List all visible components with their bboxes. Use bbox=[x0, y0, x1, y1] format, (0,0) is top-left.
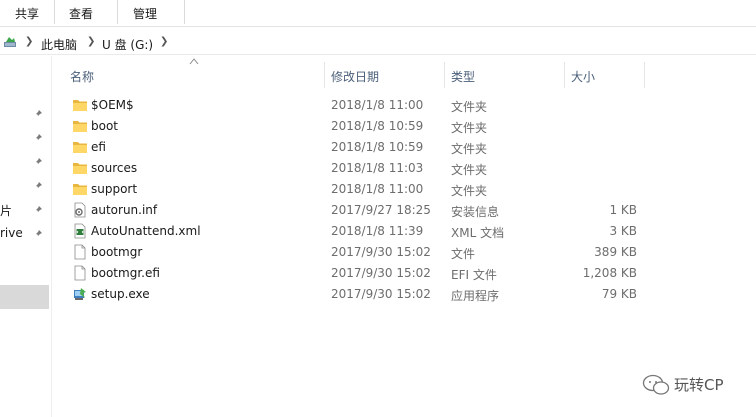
file-row[interactable]: autorun.inf 2017/9/27 18:25 安装信息 1 KB bbox=[60, 200, 645, 221]
file-size: 1 KB bbox=[609, 203, 637, 217]
file-icon bbox=[74, 244, 86, 260]
tab-view[interactable]: 查看 bbox=[69, 5, 93, 23]
chevron-right-icon[interactable]: ❯ bbox=[25, 36, 33, 47]
file-date: 2018/1/8 11:00 bbox=[331, 182, 424, 196]
nav-item-onedrive[interactable]: rive bbox=[0, 226, 23, 240]
pin-icon[interactable] bbox=[33, 133, 43, 143]
file-row[interactable]: support 2018/1/8 11:00 文件夹 bbox=[60, 179, 645, 200]
file-date: 2018/1/8 10:59 bbox=[331, 119, 424, 133]
watermark-text: 玩转CP bbox=[674, 376, 724, 394]
ribbon-divider bbox=[117, 0, 118, 24]
file-type: 文件夹 bbox=[451, 184, 488, 198]
breadcrumb-this-pc[interactable]: 此电脑 bbox=[41, 36, 77, 53]
column-header-type[interactable]: 类型 bbox=[451, 68, 475, 94]
navigation-pane: 片 rive bbox=[0, 56, 52, 417]
file-type: 文件夹 bbox=[451, 121, 488, 135]
breadcrumb-usb-drive[interactable]: U 盘 (G:) bbox=[102, 36, 153, 53]
file-type: 文件夹 bbox=[451, 100, 488, 114]
file-size: 389 KB bbox=[594, 245, 637, 259]
file-name: sources bbox=[91, 161, 138, 175]
file-date: 2017/9/30 15:02 bbox=[331, 266, 431, 280]
folder-icon bbox=[73, 142, 87, 153]
tab-manage[interactable]: 管理 bbox=[133, 5, 157, 23]
file-type: XML 文档 bbox=[451, 226, 505, 240]
wechat-icon bbox=[642, 374, 670, 395]
file-date: 2018/1/8 11:39 bbox=[331, 224, 424, 238]
file-date: 2018/1/8 10:59 bbox=[331, 140, 424, 154]
folder-icon bbox=[73, 184, 87, 195]
file-name: bootmgr.efi bbox=[91, 266, 160, 280]
column-divider[interactable] bbox=[324, 62, 325, 88]
tab-share[interactable]: 共享 bbox=[15, 5, 39, 23]
folder-icon bbox=[73, 163, 87, 174]
column-divider[interactable] bbox=[564, 62, 565, 88]
xml-document-icon bbox=[74, 223, 86, 239]
chevron-right-icon[interactable]: ❯ bbox=[87, 36, 95, 47]
file-name: autorun.inf bbox=[91, 203, 158, 217]
file-type: 文件夹 bbox=[451, 142, 488, 156]
file-date: 2017/9/30 15:02 bbox=[331, 245, 431, 259]
column-header-date[interactable]: 修改日期 bbox=[331, 68, 379, 94]
file-size: 1,208 KB bbox=[582, 266, 637, 280]
file-name: support bbox=[91, 182, 138, 196]
pin-icon[interactable] bbox=[33, 229, 43, 239]
ribbon-divider bbox=[184, 0, 185, 24]
setup-info-icon bbox=[74, 202, 86, 218]
file-row[interactable]: efi 2018/1/8 10:59 文件夹 bbox=[60, 137, 645, 158]
sort-ascending-icon bbox=[189, 58, 199, 65]
file-date: 2017/9/27 18:25 bbox=[331, 203, 431, 217]
ribbon-divider bbox=[54, 0, 55, 24]
file-row[interactable]: sources 2018/1/8 11:03 文件夹 bbox=[60, 158, 645, 179]
file-name: AutoUnattend.xml bbox=[91, 224, 201, 238]
file-type: 文件夹 bbox=[451, 163, 488, 177]
file-icon bbox=[74, 265, 86, 281]
address-bar[interactable]: ❯ 此电脑 ❯ U 盘 (G:) ❯ bbox=[0, 31, 756, 55]
file-date: 2018/1/8 11:03 bbox=[331, 161, 424, 175]
file-row[interactable]: bootmgr 2017/9/30 15:02 文件 389 KB bbox=[60, 242, 645, 263]
file-name: bootmgr bbox=[91, 245, 143, 259]
folder-icon bbox=[73, 100, 87, 111]
file-row[interactable]: boot 2018/1/8 10:59 文件夹 bbox=[60, 116, 645, 137]
file-type: 安装信息 bbox=[451, 205, 500, 219]
file-type: 文件 bbox=[451, 247, 476, 261]
pin-icon[interactable] bbox=[33, 109, 43, 119]
column-header-name[interactable]: 名称 bbox=[70, 68, 94, 94]
folder-icon bbox=[73, 121, 87, 132]
file-name: setup.exe bbox=[91, 287, 150, 301]
pin-icon[interactable] bbox=[33, 181, 43, 191]
file-row[interactable]: bootmgr.efi 2017/9/30 15:02 EFI 文件 1,208… bbox=[60, 263, 645, 284]
file-type: EFI 文件 bbox=[451, 268, 497, 282]
file-size: 79 KB bbox=[601, 287, 637, 301]
column-header-size[interactable]: 大小 bbox=[571, 68, 595, 94]
drive-icon bbox=[4, 37, 16, 47]
pin-icon[interactable] bbox=[33, 205, 43, 215]
chevron-right-icon[interactable]: ❯ bbox=[160, 36, 168, 47]
file-row[interactable]: setup.exe 2017/9/30 15:02 应用程序 79 KB bbox=[60, 284, 645, 305]
file-date: 2017/9/30 15:02 bbox=[331, 287, 431, 301]
column-divider[interactable] bbox=[644, 62, 645, 88]
file-row[interactable]: AutoUnattend.xml 2018/1/8 11:39 XML 文档 3… bbox=[60, 221, 645, 242]
file-size: 3 KB bbox=[609, 224, 637, 238]
file-name: efi bbox=[91, 140, 106, 154]
file-row[interactable]: $OEM$ 2018/1/8 11:00 文件夹 bbox=[60, 95, 645, 116]
pin-icon[interactable] bbox=[33, 157, 43, 167]
ribbon: 共享 查看 管理 bbox=[0, 0, 756, 27]
nav-item-pictures[interactable]: 片 bbox=[0, 202, 12, 219]
column-divider[interactable] bbox=[444, 62, 445, 88]
file-date: 2018/1/8 11:00 bbox=[331, 98, 424, 112]
file-name: $OEM$ bbox=[91, 98, 134, 112]
nav-item-selected[interactable] bbox=[0, 285, 49, 309]
file-type: 应用程序 bbox=[451, 289, 500, 303]
file-name: boot bbox=[91, 119, 119, 133]
setup-exe-icon bbox=[74, 288, 86, 300]
